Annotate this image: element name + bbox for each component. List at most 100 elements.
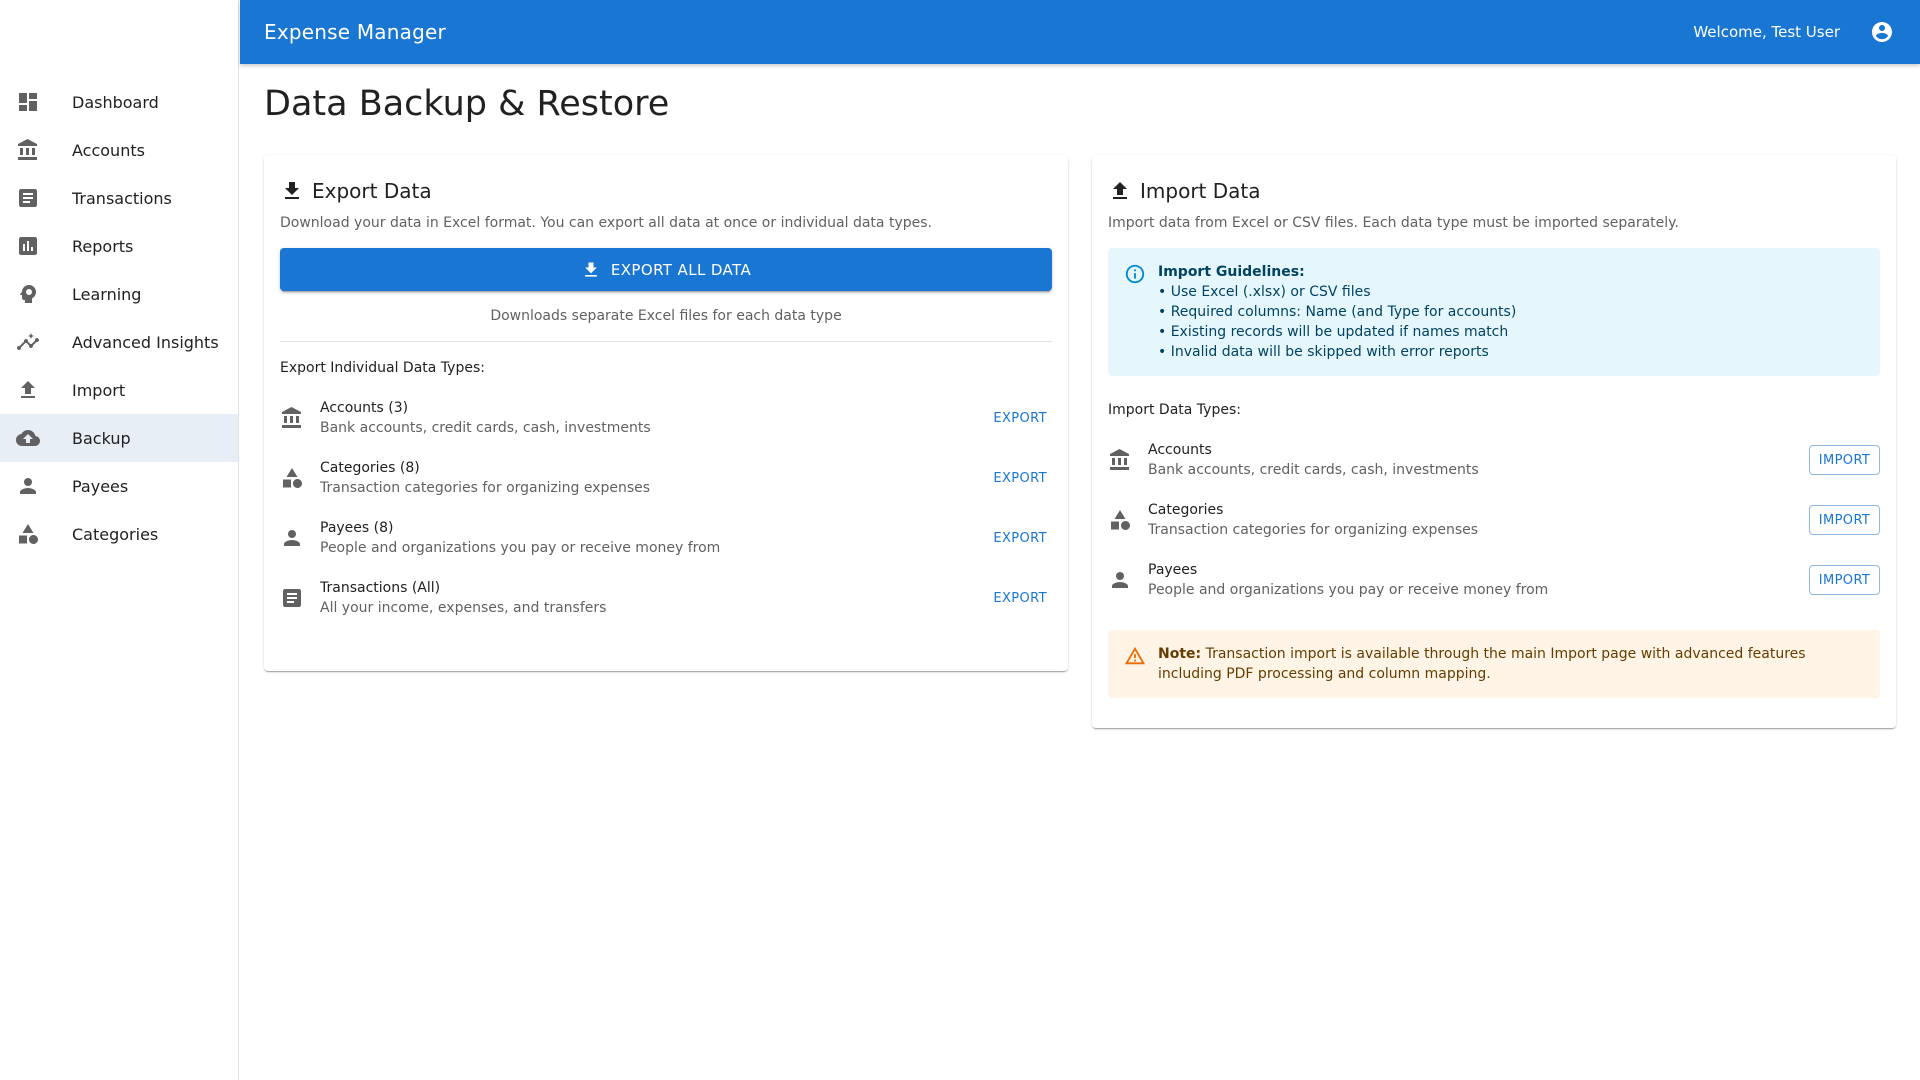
import-card-title: Import Data (1140, 179, 1261, 203)
app-title: Expense Manager (264, 20, 446, 44)
type-text: Categories Transaction categories for or… (1148, 500, 1809, 540)
sidebar: Dashboard Accounts Transactions Reports … (0, 0, 239, 1080)
sidebar-item-label: Import (72, 380, 126, 400)
person-icon (280, 526, 304, 550)
import-categories-button[interactable]: IMPORT (1809, 505, 1880, 535)
receipt-icon (16, 186, 40, 210)
sidebar-item-label: Reports (72, 236, 134, 256)
sidebar-item-advanced-insights[interactable]: Advanced Insights (0, 318, 238, 366)
bank-icon (280, 406, 304, 430)
sidebar-item-accounts[interactable]: Accounts (0, 126, 238, 174)
export-row-categories: Categories (8) Transaction categories fo… (280, 448, 1052, 508)
category-icon (16, 522, 40, 546)
export-card: Export Data Download your data in Excel … (264, 155, 1068, 671)
guideline-item: • Use Excel (.xlsx) or CSV files (1158, 284, 1371, 300)
sidebar-item-transactions[interactable]: Transactions (0, 174, 238, 222)
sidebar-item-payees[interactable]: Payees (0, 462, 238, 510)
import-card: Import Data Import data from Excel or CS… (1092, 155, 1896, 728)
import-accounts-button[interactable]: IMPORT (1809, 445, 1880, 475)
type-subtitle: Bank accounts, credit cards, cash, inves… (320, 420, 651, 436)
sidebar-item-label: Dashboard (72, 92, 159, 112)
type-subtitle: All your income, expenses, and transfers (320, 600, 607, 616)
note-text: Note: Transaction import is available th… (1158, 644, 1864, 684)
type-title: Accounts (3) (320, 400, 409, 416)
guideline-item: • Required columns: Name (and Type for a… (1158, 304, 1517, 320)
export-all-caption: Downloads separate Excel files for each … (490, 308, 842, 324)
upload-icon (16, 378, 40, 402)
export-transactions-button[interactable]: EXPORT (988, 585, 1052, 612)
bank-icon (16, 138, 40, 162)
export-categories-button[interactable]: EXPORT (988, 465, 1052, 492)
account-circle-icon (1872, 22, 1892, 42)
type-text: Accounts Bank accounts, credit cards, ca… (1148, 440, 1809, 480)
account-button[interactable] (1868, 18, 1896, 46)
export-row-payees: Payees (8) People and organizations you … (280, 508, 1052, 568)
divider (280, 341, 1052, 342)
import-section-label: Import Data Types: (1108, 402, 1241, 418)
sidebar-item-label: Payees (72, 476, 129, 496)
export-all-button[interactable]: EXPORT ALL DATA (280, 248, 1052, 291)
type-subtitle: Bank accounts, credit cards, cash, inves… (1148, 462, 1479, 478)
export-row-transactions: Transactions (All) All your income, expe… (280, 568, 1052, 628)
upload-icon (1113, 182, 1127, 199)
download-icon (285, 182, 299, 199)
transaction-import-note: Note: Transaction import is available th… (1108, 630, 1880, 698)
type-text: Transactions (All) All your income, expe… (320, 578, 988, 618)
sidebar-item-label: Advanced Insights (72, 332, 219, 352)
sidebar-item-dashboard[interactable]: Dashboard (0, 78, 238, 126)
export-card-header: Export Data (280, 175, 1052, 207)
type-text: Payees (8) People and organizations you … (320, 518, 988, 558)
sidebar-item-backup[interactable]: Backup (0, 414, 238, 462)
export-description: Download your data in Excel format. You … (280, 215, 932, 231)
type-subtitle: People and organizations you pay or rece… (1148, 582, 1549, 598)
dashboard-icon (16, 90, 40, 114)
import-row-categories: Categories Transaction categories for or… (1108, 490, 1880, 550)
import-row-payees: Payees People and organizations you pay … (1108, 550, 1880, 610)
import-guidelines-alert: Import Guidelines: • Use Excel (.xlsx) o… (1108, 248, 1880, 376)
type-title: Payees (1148, 562, 1198, 578)
type-title: Categories (1148, 502, 1224, 518)
type-text: Categories (8) Transaction categories fo… (320, 458, 988, 498)
type-text: Payees People and organizations you pay … (1148, 560, 1809, 600)
import-payees-button[interactable]: IMPORT (1809, 565, 1880, 595)
type-subtitle: Transaction categories for organizing ex… (1148, 522, 1479, 538)
page-title: Data Backup & Restore (264, 84, 670, 124)
sidebar-item-label: Learning (72, 284, 142, 304)
person-icon (1108, 568, 1132, 592)
assessment-icon (16, 234, 40, 258)
type-subtitle: Transaction categories for organizing ex… (320, 480, 651, 496)
receipt-icon (280, 586, 304, 610)
type-subtitle: People and organizations you pay or rece… (320, 540, 721, 556)
bank-icon (1108, 448, 1132, 472)
type-title: Accounts (1148, 442, 1212, 458)
sidebar-item-label: Accounts (72, 140, 145, 160)
guidelines-title: Import Guidelines: (1158, 264, 1305, 280)
sidebar-item-reports[interactable]: Reports (0, 222, 238, 270)
type-title: Transactions (All) (320, 580, 441, 596)
psychology-icon (16, 282, 40, 306)
import-card-header: Import Data (1108, 175, 1880, 207)
export-all-label: EXPORT ALL DATA (610, 260, 752, 279)
sidebar-item-import[interactable]: Import (0, 366, 238, 414)
insights-icon (16, 330, 40, 354)
cloud-upload-icon (16, 426, 40, 450)
note-label: Note: (1158, 646, 1202, 662)
sidebar-item-label: Backup (72, 428, 131, 448)
type-text: Accounts (3) Bank accounts, credit cards… (320, 398, 988, 438)
sidebar-item-label: Transactions (72, 188, 172, 208)
sidebar-item-learning[interactable]: Learning (0, 270, 238, 318)
category-icon (280, 466, 304, 490)
note-body: Transaction import is available through … (1158, 646, 1806, 682)
import-row-accounts: Accounts Bank accounts, credit cards, ca… (1108, 430, 1880, 490)
sidebar-item-categories[interactable]: Categories (0, 510, 238, 558)
export-accounts-button[interactable]: EXPORT (988, 405, 1052, 432)
guidelines-text: Import Guidelines: • Use Excel (.xlsx) o… (1158, 262, 1516, 362)
import-type-list: Accounts Bank accounts, credit cards, ca… (1108, 430, 1880, 610)
import-description: Import data from Excel or CSV files. Eac… (1108, 215, 1679, 231)
guideline-item: • Invalid data will be skipped with erro… (1158, 344, 1489, 360)
type-title: Categories (8) (320, 460, 420, 476)
export-row-accounts: Accounts (3) Bank accounts, credit cards… (280, 388, 1052, 448)
app-bar: Expense Manager Welcome, Test User (240, 0, 1920, 64)
welcome-text: Welcome, Test User (1693, 23, 1840, 41)
export-payees-button[interactable]: EXPORT (988, 525, 1052, 552)
